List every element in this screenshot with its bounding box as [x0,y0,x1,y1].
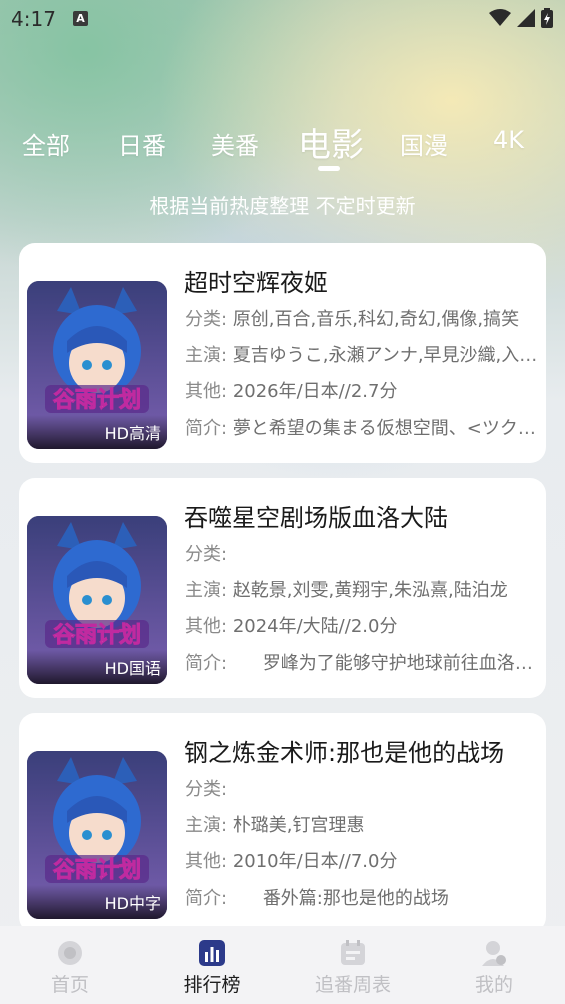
tab-movie[interactable]: 电影 [298,118,364,166]
nav-profile[interactable]: 我的 [444,938,544,997]
nav-schedule[interactable]: 追番周表 [303,938,403,997]
calendar-icon [341,940,365,965]
category-label: 分类: [185,779,228,800]
item-cast-row: 主演: 赵乾景,刘雯,黄翔宇,朱泓熹,陆泊龙 [185,576,541,602]
ranking-card[interactable]: 谷雨计划 HD中字 钢之炼金术师:那也是他的战场 分类: 主演: 朴璐美,钉宫理… [19,713,546,933]
tab-japanese-anime[interactable]: 日番 [118,126,166,161]
notification-icon: A [73,11,88,26]
item-intro: 夢と希望の集まる仮想空間、<ツクヨミ> [232,418,541,439]
bottom-navigation: 首页 排行榜 追番周表 我的 [0,926,565,1004]
signal-icon [517,9,535,27]
active-tab-indicator [318,166,340,171]
item-intro-row: 简介: 番外篇:那也是他的战场 [185,884,541,910]
item-cast: 赵乾景,刘雯,黄翔宇,朱泓熹,陆泊龙 [232,580,508,601]
quality-badge: HD中字 [27,885,167,919]
item-intro: 罗峰为了能够守护地球前往血洛大陆 [262,653,541,674]
profile-icon [482,941,506,966]
item-intro-row: 简介: 罗峰为了能够守护地球前往血洛大陆 [185,649,541,675]
cast-label: 主演: [185,580,228,601]
status-icons [489,8,553,28]
item-cast-row: 主演: 夏吉ゆうこ,永瀬アンナ,早見沙織,入野自由 [185,341,541,367]
other-label: 其他: [185,851,228,872]
category-label: 分类: [185,309,228,330]
poster-brand-text: 谷雨计划 [53,858,141,883]
item-cast-row: 主演: 朴璐美,钉宫理惠 [185,811,541,837]
category-tabs: 全部 日番 美番 电影 国漫 4K [0,118,565,174]
item-other: 2024年/大陆//2.0分 [232,616,398,637]
nav-ranking[interactable]: 排行榜 [162,938,262,997]
quality-badge: HD高清 [27,415,167,449]
item-cast: 夏吉ゆうこ,永瀬アンナ,早見沙織,入野自由 [232,345,541,366]
intro-label: 简介: [185,418,228,439]
battery-icon [541,8,553,28]
other-label: 其他: [185,381,228,402]
status-bar: 4:17 A [0,0,565,40]
item-other: 2010年/日本//7.0分 [232,851,398,872]
ranking-subtitle: 根据当前热度整理 不定时更新 [149,194,416,218]
item-cast: 朴璐美,钉宫理惠 [232,815,365,836]
nav-home[interactable]: 首页 [20,938,120,997]
ranking-card[interactable]: 谷雨计划 HD高清 超时空辉夜姬 分类: 原创,百合,音乐,科幻,奇幻,偶像,搞… [19,243,546,463]
item-category-row: 分类: [185,540,541,566]
item-intro-row: 简介: 夢と希望の集まる仮想空間、<ツクヨミ> [185,414,541,440]
home-icon [58,941,82,965]
quality-badge: HD国语 [27,650,167,684]
category-label: 分类: [185,544,228,565]
poster-image[interactable]: 谷雨计划 HD国语 [27,516,167,684]
status-time: 4:17 [11,7,56,31]
other-label: 其他: [185,616,228,637]
ranking-card[interactable]: 谷雨计划 HD国语 吞噬星空剧场版血洛大陆 分类: 主演: 赵乾景,刘雯,黄翔宇… [19,478,546,698]
poster-brand-text: 谷雨计划 [53,623,141,648]
nav-ranking-label: 排行榜 [183,974,241,996]
tab-all[interactable]: 全部 [22,126,70,161]
nav-home-label: 首页 [50,974,89,996]
tab-american-anime[interactable]: 美番 [211,126,259,161]
quality-badge-text: HD高清 [104,424,161,443]
item-intro: 番外篇:那也是他的战场 [262,888,449,909]
quality-badge-text: HD中字 [104,894,161,913]
poster-image[interactable]: 谷雨计划 HD高清 [27,281,167,449]
item-other-row: 其他: 2024年/大陆//2.0分 [185,612,541,638]
nav-profile-label: 我的 [474,974,513,996]
poster-image[interactable]: 谷雨计划 HD中字 [27,751,167,919]
chart-icon [199,940,225,966]
item-category-row: 分类: 原创,百合,音乐,科幻,奇幻,偶像,搞笑 [185,305,541,331]
quality-badge-text: HD国语 [104,659,161,678]
tab-4k[interactable]: 4K [493,126,524,154]
item-category-row: 分类: [185,775,541,801]
poster-brand-text: 谷雨计划 [53,388,141,413]
item-category: 原创,百合,音乐,科幻,奇幻,偶像,搞笑 [232,309,520,330]
item-title[interactable]: 吞噬星空剧场版血洛大陆 [184,498,448,533]
cast-label: 主演: [185,345,228,366]
item-title[interactable]: 钢之炼金术师:那也是他的战场 [184,733,504,768]
tab-chinese-anime[interactable]: 国漫 [400,126,448,161]
nav-schedule-label: 追番周表 [314,974,391,996]
intro-label: 简介: [185,653,228,674]
item-other: 2026年/日本//2.7分 [232,381,398,402]
wifi-icon [489,9,511,26]
item-title[interactable]: 超时空辉夜姬 [184,263,328,298]
cast-label: 主演: [185,815,228,836]
item-other-row: 其他: 2010年/日本//7.0分 [185,847,541,873]
intro-label: 简介: [185,888,228,909]
item-other-row: 其他: 2026年/日本//2.7分 [185,377,541,403]
